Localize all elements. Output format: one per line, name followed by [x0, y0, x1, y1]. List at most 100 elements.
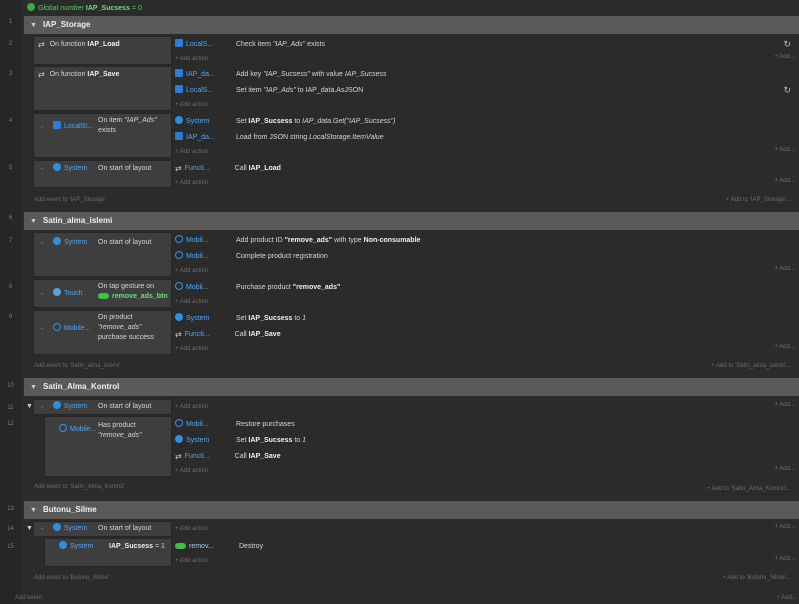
action-text: Check item	[235, 41, 271, 48]
add-right-link[interactable]: + Add...	[774, 147, 795, 153]
function-icon: ⇄	[38, 40, 45, 49]
add-action-link[interactable]: + Add action	[175, 344, 208, 355]
condition-object: Mobile...	[63, 325, 91, 332]
dictionary-icon	[175, 132, 183, 140]
action-row[interactable]: Mobil... Purchase product "remove_ads"	[175, 280, 795, 295]
action-text: Set	[235, 315, 247, 322]
local-storage-icon	[175, 85, 183, 93]
action-row[interactable]: System Set IAP_Sucsess to IAP_data.Get("…	[175, 114, 795, 129]
add-action-link[interactable]: + Add action	[175, 100, 208, 111]
add-right-link[interactable]: + Add...	[774, 178, 795, 184]
add-root-right-link[interactable]: + Add...	[776, 592, 797, 604]
action-text-end: exists	[307, 41, 325, 48]
collapse-icon[interactable]: ▼	[26, 403, 33, 410]
condition-text: On tap gesture on	[98, 283, 155, 290]
add-right-link[interactable]: + Add...	[774, 556, 795, 562]
add-right-link[interactable]: + Add...	[774, 54, 795, 60]
add-to-group-link[interactable]: + Add to 'Satin_alma_islemi'...	[711, 360, 791, 372]
line-number-gutter: 1 2 3 4 5 6 7 8 9 10 11 12 13 14 15	[0, 0, 21, 604]
add-right-link[interactable]: + Add...	[774, 266, 795, 272]
add-action-link[interactable]: + Add action	[175, 524, 208, 535]
event-condition-block[interactable]: → System On start of layout	[33, 160, 172, 188]
group-header-satin-alma-islemi[interactable]: ▼ Satin_alma_islemi	[24, 212, 799, 230]
add-event-root-link[interactable]: Add event	[15, 592, 42, 604]
action-object: System	[186, 118, 210, 125]
global-variable[interactable]: Global number IAP_Sucsess = 0	[27, 3, 142, 13]
action-object: IAP_da...	[186, 71, 215, 78]
trigger-arrow-icon: →	[38, 123, 45, 130]
action-row[interactable]: IAP_da... Add key "IAP_Sucsess" with val…	[175, 67, 795, 82]
add-action-link[interactable]: + Add action	[175, 266, 208, 277]
system-gear-icon	[52, 523, 61, 531]
action-object: LocalS...	[186, 41, 214, 48]
action-object: Functi...	[184, 453, 210, 460]
event-condition-block[interactable]: → Mobile... On product "remove_ads" purc…	[33, 310, 172, 355]
add-action-link[interactable]: + Add action	[175, 466, 208, 477]
event-condition-block[interactable]: ▼ → System On start of layout	[26, 521, 172, 537]
action-row[interactable]: Mobil... Complete product registration	[175, 249, 795, 264]
collapse-icon[interactable]: ▼	[26, 525, 33, 532]
line-number: 11	[7, 405, 14, 411]
action-row[interactable]: System Set IAP_Sucsess to 1	[175, 433, 795, 448]
collapse-icon[interactable]: ▼	[30, 379, 37, 397]
add-event-link[interactable]: Add event to 'IAP_Storage'	[34, 194, 106, 206]
add-action-link[interactable]: + Add action	[175, 54, 208, 65]
collapse-icon[interactable]: ▼	[30, 213, 37, 231]
local-storage-icon	[52, 121, 61, 129]
group-header-satin-alma-kontrol[interactable]: ▼ Satin_Alma_Kontrol	[24, 378, 799, 396]
action-variable: IAP_Sucsess	[248, 437, 293, 444]
add-event-link[interactable]: Add event to 'Satin_alma_islemi'	[34, 360, 120, 372]
group-header-butonu-silme[interactable]: ▼ Butonu_Silme	[24, 501, 799, 519]
action-row[interactable]: Mobil... Restore purchases	[175, 417, 795, 432]
action-text-mid: to	[294, 315, 301, 322]
add-to-group-link[interactable]: + Add to 'IAP_Storage'...	[726, 194, 791, 206]
action-text: Call	[234, 165, 247, 172]
event-condition-block[interactable]: Mobile... Has product "remove_ads"	[44, 416, 172, 477]
action-row[interactable]: Mobil... Add product ID "remove_ads" wit…	[175, 233, 795, 248]
action-row[interactable]: ⇄ Functi... Call IAP_Load	[175, 161, 795, 176]
event-condition-block[interactable]: → LocalSt... On item "IAP_Ads" exists	[33, 113, 172, 158]
condition-object: System	[63, 239, 88, 246]
add-action-link[interactable]: + Add action	[175, 147, 208, 158]
condition-object: Mobile...	[70, 426, 97, 433]
event-condition-block[interactable]: → Touch On tap gesture on remove_ads_btn	[33, 279, 172, 308]
action-text-end: to IAP_data.AsJSON	[297, 87, 364, 94]
line-number: 3	[8, 71, 13, 77]
action-text: Add key	[235, 71, 262, 78]
event-condition-block[interactable]: ⇄ On function IAP_Load	[33, 36, 172, 65]
condition-object: System	[70, 543, 94, 550]
action-variable: IAP_Sucsess	[248, 118, 293, 125]
action-variable: IAP_Save	[248, 453, 281, 460]
add-right-link[interactable]: + Add...	[774, 344, 795, 350]
add-event-link[interactable]: Add event to 'Butonu_Silme'	[34, 572, 109, 584]
add-action-link[interactable]: + Add action	[175, 297, 208, 308]
group-header-iap-storage[interactable]: ▼ IAP_Storage	[24, 16, 799, 34]
action-row[interactable]: ⇄ Functi... Call IAP_Save	[175, 449, 795, 464]
event-condition-block[interactable]: System IAP_Sucsess = 1	[44, 538, 172, 567]
action-row[interactable]: LocalS... Set item "IAP_Ads" to IAP_data…	[175, 83, 795, 98]
action-row[interactable]: ⇄ Functi... Call IAP_Save	[175, 327, 795, 342]
event-condition-block[interactable]: → System On start of layout	[33, 232, 172, 277]
add-to-group-link[interactable]: + Add to 'Butonu_Silme'...	[722, 572, 791, 584]
action-row[interactable]: IAP_da... Load from JSON string LocalSto…	[175, 130, 795, 145]
action-text: Set	[235, 437, 247, 444]
add-event-link[interactable]: Add event to 'Satin_Alma_Kontrol'	[34, 481, 125, 493]
add-action-link[interactable]: + Add action	[175, 402, 208, 413]
add-right-link[interactable]: + Add...	[774, 524, 795, 530]
event-condition-block[interactable]: ⇄ On function IAP_Save	[33, 66, 172, 111]
add-action-link[interactable]: + Add action	[175, 178, 208, 189]
action-row[interactable]: System Set IAP_Sucsess to 1	[175, 311, 795, 326]
action-object: System	[186, 315, 210, 322]
add-right-link[interactable]: + Add...	[774, 466, 795, 472]
action-row[interactable]: LocalS... Check item "IAP_Ads" exists ↻	[175, 37, 795, 52]
collapse-icon[interactable]: ▼	[30, 502, 37, 520]
event-condition-block[interactable]: ▼ → System On start of layout	[26, 399, 172, 415]
add-to-group-link[interactable]: + Add to 'Satin_Alma_Kontrol'...	[707, 483, 791, 495]
action-object: IAP_da...	[186, 134, 215, 141]
add-action-link[interactable]: + Add action	[175, 556, 208, 567]
system-gear-icon	[175, 116, 183, 124]
action-row[interactable]: remov... Destroy	[175, 539, 795, 554]
add-right-link[interactable]: + Add...	[774, 402, 795, 408]
line-number: 14	[7, 526, 14, 532]
collapse-icon[interactable]: ▼	[30, 17, 37, 35]
